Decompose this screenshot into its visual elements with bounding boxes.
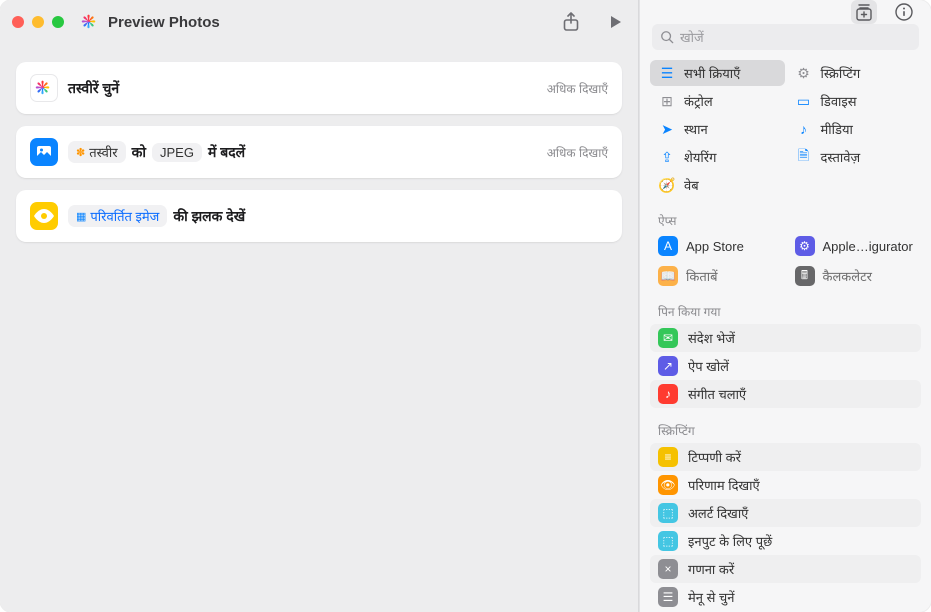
show-more-button[interactable]: अधिक दिखाएँ [547,144,608,161]
calculator-icon: 🖩 [795,266,815,286]
scripting-choose-menu[interactable]: ☰मेनू से चुनें [650,583,921,611]
action-title: ✽ तस्वीर को JPEG में बदलें [68,141,245,163]
ask-input-icon: ⬚ [658,531,678,551]
minimize-button[interactable] [32,16,44,28]
category-all-actions[interactable]: ☰सभी क्रियाएँ [650,60,785,86]
calculate-icon: × [658,559,678,579]
convert-icon [30,138,58,166]
action-select-photos[interactable]: तस्वीरें चुनें अधिक दिखाएँ [16,62,622,114]
info-icon [895,3,913,21]
library-icon [854,3,874,21]
alert-icon: ⬚ [658,503,678,523]
app-books[interactable]: 📖किताबें [650,263,785,289]
category-web[interactable]: 🧭वेब [650,172,785,198]
run-button[interactable] [604,11,626,33]
messages-icon: ✉ [658,328,678,348]
info-button[interactable] [891,0,917,24]
pinned-list: ✉संदेश भेजें ↗ऐप खोलें ♪संगीत चलाएँ [640,324,931,414]
search-input[interactable] [652,24,919,50]
category-control[interactable]: ⊞कंट्रोल [650,88,785,114]
variable-token-converted-image[interactable]: ▦ परिवर्तित इमेज [68,205,167,227]
category-devices[interactable]: ▭डिवाइस [787,88,922,114]
action-convert-image[interactable]: ✽ तस्वीर को JPEG में बदलें अधिक दिखाएँ [16,126,622,178]
category-sharing[interactable]: ⇪शेयरिंग [650,144,785,170]
category-location[interactable]: ➤स्थान [650,116,785,142]
app-window: Preview Photos तस्वीरें चुनें अधिक दिखाए… [0,0,931,612]
category-documents[interactable]: 🗎दस्तावेज़ [787,144,922,170]
close-button[interactable] [12,16,24,28]
format-token-jpeg[interactable]: JPEG [152,143,202,162]
scripting-comment[interactable]: ≡टिप्पणी करें [650,443,921,471]
quicklook-icon [30,202,58,230]
editor-pane: Preview Photos तस्वीरें चुनें अधिक दिखाए… [0,0,639,612]
show-result-icon: 👁 [658,475,678,495]
action-quicklook[interactable]: ▦ परिवर्तित इमेज की झलक देखें [16,190,622,242]
apps-heading: ऐप्स [640,204,931,233]
titlebar: Preview Photos [0,0,638,44]
scripting-calculate[interactable]: ×गणना करें [650,555,921,583]
category-browser: ☰सभी क्रियाएँ ⚙स्क्रिप्टिंग ⊞कंट्रोल ▭डि… [640,60,931,204]
app-calculator[interactable]: 🖩कैलकलेटर [787,263,922,289]
pinned-play-music[interactable]: ♪संगीत चलाएँ [650,380,921,408]
play-icon [607,14,623,30]
scripting-show-result[interactable]: 👁परिणाम दिखाएँ [650,471,921,499]
share-button[interactable] [560,11,582,33]
window-title: Preview Photos [108,14,220,31]
pinned-send-message[interactable]: ✉संदेश भेजें [650,324,921,352]
workflow-list: तस्वीरें चुनें अधिक दिखाएँ ✽ तस्वीर को J… [0,44,638,260]
photos-icon [81,13,99,31]
apps-list: AApp Store ⚙Apple…igurator 📖किताबें 🖩कैल… [640,233,931,295]
image-var-icon: ▦ [76,210,86,223]
library-toolbar [640,0,931,24]
app-app-store[interactable]: AApp Store [650,233,785,259]
pinned-open-app[interactable]: ↗ऐप खोलें [650,352,921,380]
action-text: की झलक देखें [173,207,245,226]
category-media[interactable]: ♪मीडिया [787,116,922,142]
variable-token-image[interactable]: ✽ तस्वीर [68,141,126,163]
scripting-list: ≡टिप्पणी करें 👁परिणाम दिखाएँ ⬚अलर्ट दिखा… [640,443,931,612]
menu-icon: ☰ [658,587,678,607]
scripting-ask-input[interactable]: ⬚इनपुट के लिए पूछें [650,527,921,555]
books-icon: 📖 [658,266,678,286]
scripting-show-alert[interactable]: ⬚अलर्ट दिखाएँ [650,499,921,527]
share-icon [562,12,580,32]
library-button[interactable] [851,0,877,24]
open-app-icon: ↗ [658,356,678,376]
window-controls [12,16,64,28]
photos-var-icon: ✽ [76,146,85,159]
music-icon: ♪ [658,384,678,404]
show-more-button[interactable]: अधिक दिखाएँ [547,80,608,97]
scripting-heading: स्क्रिप्टिंग [640,414,931,443]
pinned-heading: पिन किया गया [640,295,931,324]
comment-icon: ≡ [658,447,678,467]
app-store-icon: A [658,236,678,256]
library-pane: ☰सभी क्रियाएँ ⚙स्क्रिप्टिंग ⊞कंट्रोल ▭डि… [639,0,931,612]
configurator-icon: ⚙ [795,236,815,256]
zoom-button[interactable] [52,16,64,28]
photos-app-icon [30,74,58,102]
app-apple-configurator[interactable]: ⚙Apple…igurator [787,233,922,259]
action-text: को [132,143,146,162]
action-title: ▦ परिवर्तित इमेज की झलक देखें [68,205,245,227]
action-title: तस्वीरें चुनें [68,79,119,98]
shortcut-icon [80,12,100,32]
category-scripting[interactable]: ⚙स्क्रिप्टिंग [787,60,922,86]
action-text: में बदलें [208,143,245,162]
